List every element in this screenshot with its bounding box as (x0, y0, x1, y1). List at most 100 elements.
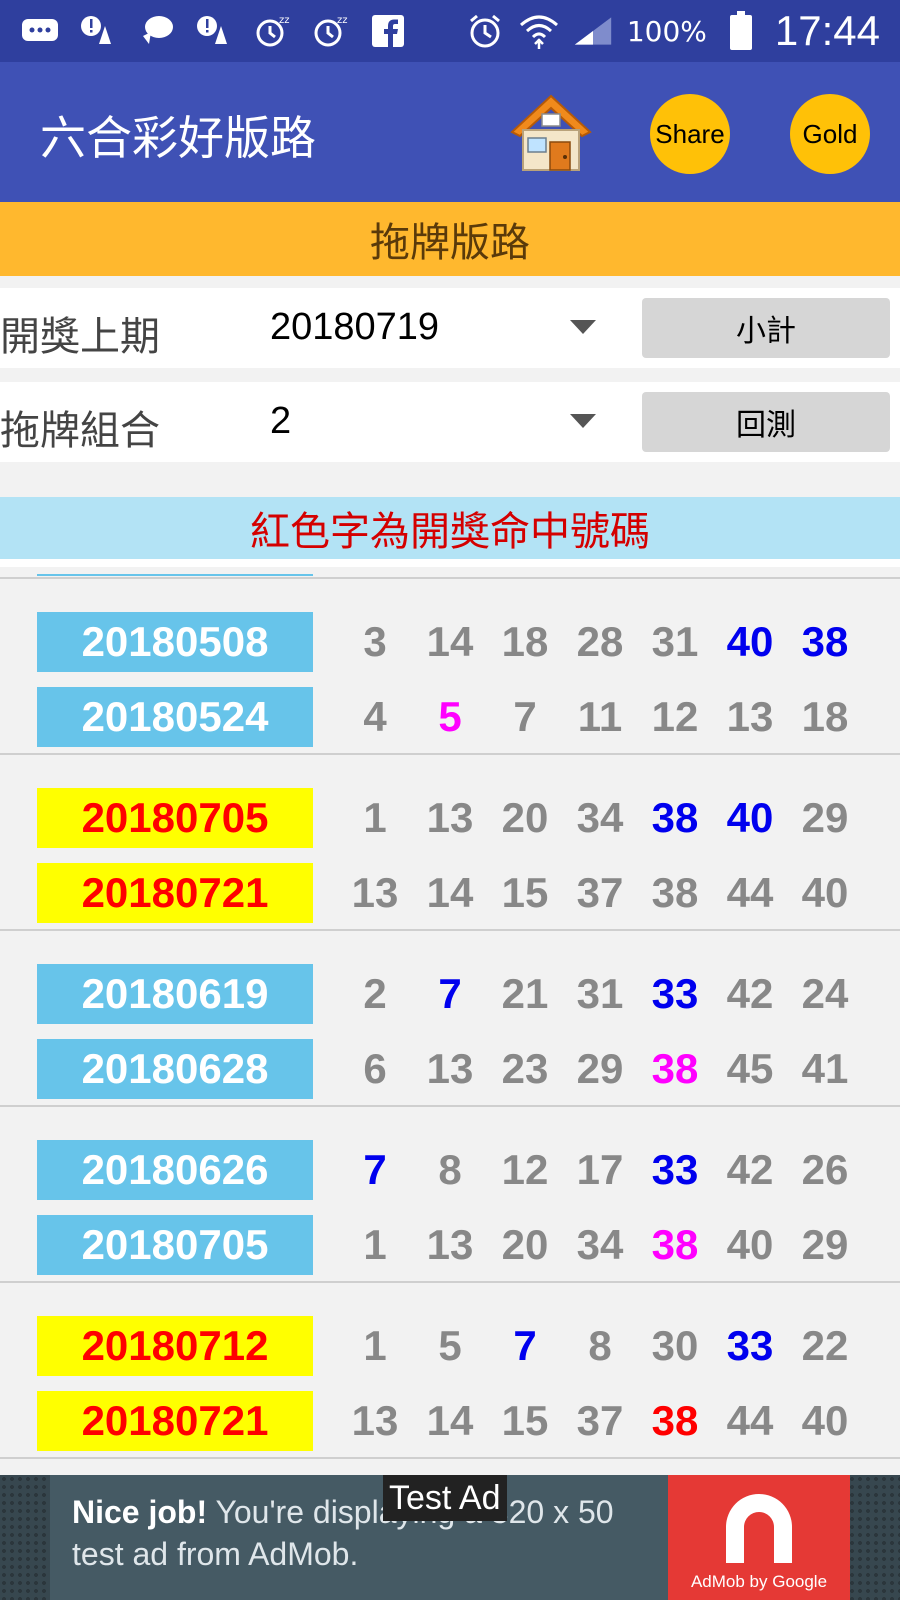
draw-number: 13 (426, 1045, 474, 1092)
gold-button[interactable]: Gold (790, 94, 870, 174)
draw-number: 18 (801, 693, 849, 740)
draw-number: 7 (513, 693, 537, 740)
period-value[interactable]: 20180719 (270, 306, 439, 349)
draw-number: 38 (651, 1221, 699, 1268)
draw-row: 20180705 1 13 20 34 38 40 29 (0, 788, 900, 848)
draw-number: 37 (576, 1397, 624, 1444)
snooze-alarm-icon: zz (252, 14, 292, 48)
draw-date: 20180721 (37, 1391, 313, 1451)
draw-number: 15 (501, 869, 549, 916)
message-icon (20, 14, 60, 48)
draw-number: 40 (726, 618, 774, 665)
draw-number: 1 (363, 794, 387, 841)
draw-date: 20180712 (37, 1316, 313, 1376)
draw-number: 17 (576, 1146, 624, 1193)
draw-date: 20180626 (37, 1140, 313, 1200)
draw-number: 23 (501, 1045, 549, 1092)
draw-number: 7 (438, 970, 462, 1017)
draw-number: 13 (351, 869, 399, 916)
home-button[interactable] (508, 90, 594, 176)
alarm-icon (465, 14, 505, 48)
subtotal-button[interactable]: 小計 (642, 298, 890, 358)
draw-number: 38 (801, 618, 849, 665)
draw-number: 34 (576, 1221, 624, 1268)
draw-number: 33 (651, 970, 699, 1017)
result-list[interactable]: 20180508 3 14 18 28 31 40 38 20180524 4 5 7 11 12 13 18… (0, 567, 900, 1475)
draw-number: 12 (651, 693, 699, 740)
status-right: 100% 17:44 (465, 7, 900, 55)
notification-icons: zz zz (0, 14, 408, 48)
group-divider (0, 1281, 900, 1283)
group-divider (0, 753, 900, 755)
draw-number: 22 (801, 1322, 849, 1369)
facebook-icon (368, 14, 408, 48)
draw-date: 20180619 (37, 964, 313, 1024)
draw-row: 20180626 7 8 12 17 33 42 26 (0, 1140, 900, 1200)
draw-number: 8 (588, 1322, 612, 1369)
draw-date: 20180705 (37, 788, 313, 848)
draw-row: 20180524 4 5 7 11 12 13 18 (0, 687, 900, 747)
draw-row: 20180712 1 5 7 8 30 33 22 (0, 1316, 900, 1376)
app-bar: 六合彩好版路 Share Gold (0, 62, 900, 202)
draw-number: 40 (726, 794, 774, 841)
snooze-alarm-icon-2: zz (310, 14, 350, 48)
draw-number: 14 (426, 618, 474, 665)
notice-bar: 紅色字為開獎命中號碼 (0, 497, 900, 559)
draw-number: 3 (363, 618, 387, 665)
period-label: 開獎上期 (0, 314, 160, 360)
admob-caption: AdMob by Google (690, 1572, 828, 1591)
draw-date: 20180721 (37, 863, 313, 923)
draw-number: 44 (726, 1397, 774, 1444)
alert-app-icon-2 (194, 14, 234, 48)
draw-number: 11 (577, 693, 623, 740)
draw-number: 12 (501, 1146, 549, 1193)
dropdown-arrow-icon[interactable] (570, 414, 596, 428)
draw-number: 30 (651, 1322, 699, 1369)
draw-row: 20180721 13 14 15 37 38 44 40 (0, 863, 900, 923)
draw-number: 20 (501, 794, 549, 841)
clock: 17:44 (774, 7, 880, 54)
draw-number: 40 (726, 1221, 774, 1268)
draw-number: 38 (651, 794, 699, 841)
draw-number: 14 (426, 1397, 474, 1444)
draw-number: 7 (513, 1322, 537, 1369)
draw-number: 40 (801, 1397, 849, 1444)
draw-number: 29 (801, 1221, 849, 1268)
draw-number: 1 (363, 1221, 387, 1268)
section-title: 拖牌版路 (0, 202, 900, 276)
draw-number: 20 (501, 1221, 549, 1268)
group-divider (0, 577, 900, 579)
svg-text:zz: zz (337, 15, 348, 26)
battery-percent: 100% (626, 14, 707, 48)
draw-number: 6 (363, 1045, 387, 1092)
draw-number: 42 (726, 970, 774, 1017)
ad-text[interactable]: Nice job! You're displaying a 320 x 50 t… (72, 1491, 662, 1575)
dropdown-arrow-icon[interactable] (570, 320, 596, 334)
draw-number: 29 (801, 794, 849, 841)
draw-number: 13 (426, 1221, 474, 1268)
draw-number: 14 (426, 869, 474, 916)
draw-number: 33 (651, 1146, 699, 1193)
draw-number: 24 (801, 970, 849, 1017)
draw-date: 20180705 (37, 1215, 313, 1275)
draw-number: 15 (501, 1397, 549, 1444)
backtest-button[interactable]: 回測 (642, 392, 890, 452)
draw-number: 18 (501, 618, 549, 665)
draw-number: 34 (576, 794, 624, 841)
draw-number: 8 (438, 1146, 462, 1193)
draw-row: 20180705 1 13 20 34 38 40 29 (0, 1215, 900, 1275)
status-bar: zz zz 100% 17:44 (0, 0, 900, 62)
admob-logo[interactable]: AdMob by Google (668, 1475, 850, 1600)
chat-bubble-icon (136, 14, 176, 48)
draw-row: 20180508 3 14 18 28 31 40 38 (0, 612, 900, 672)
draw-row: 20180628 6 13 23 29 38 45 41 (0, 1039, 900, 1099)
share-button[interactable]: Share (650, 94, 730, 174)
draw-number: 31 (651, 618, 699, 665)
app-title: 六合彩好版路 (40, 111, 316, 165)
draw-number: 29 (576, 1045, 624, 1092)
draw-number: 42 (726, 1146, 774, 1193)
combo-value[interactable]: 2 (270, 400, 291, 443)
draw-number: 44 (726, 869, 774, 916)
draw-number: 13 (351, 1397, 399, 1444)
draw-number: 28 (576, 618, 624, 665)
